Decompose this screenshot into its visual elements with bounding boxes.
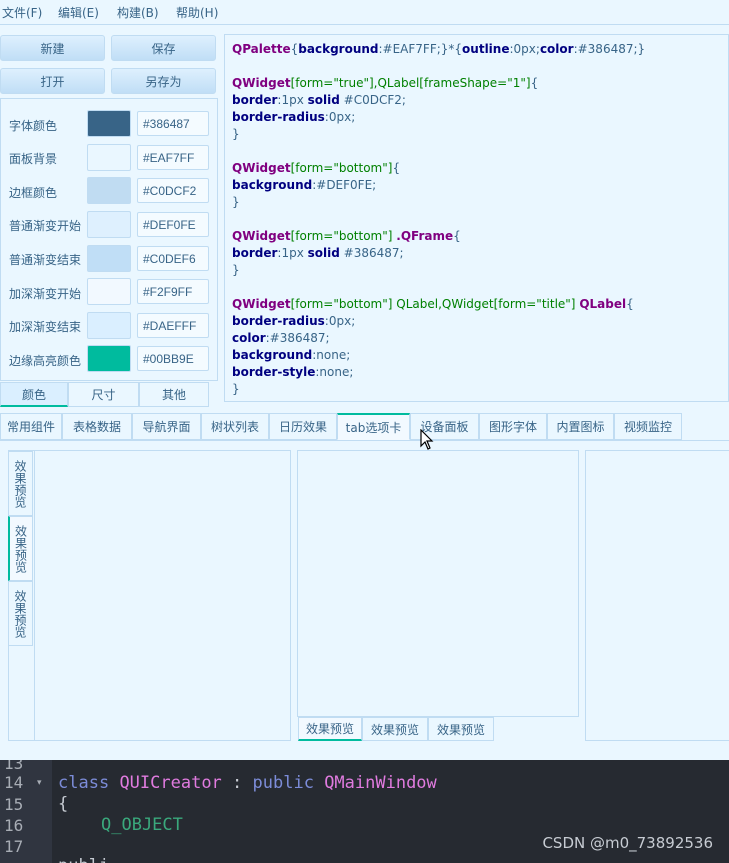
dark-gradient-start-input[interactable]: #F2F9FF (137, 279, 209, 304)
color-label: 普通渐变结束 (9, 253, 82, 267)
preview-content (34, 451, 290, 740)
watermark: CSDN @m0_73892536 (542, 834, 713, 852)
code-line-class-decl: class QUICreator : public QMainWindow (58, 773, 437, 793)
code-line: QWidget[form="bottom"] .QFrame{ (232, 229, 461, 243)
bottom-tab-preview-1[interactable]: 效果预览 (298, 717, 362, 741)
vertical-tab-label: 效果预览 (13, 459, 27, 508)
save-button[interactable]: 保存 (111, 35, 216, 61)
save-as-button[interactable]: 另存为 (111, 68, 216, 94)
tab-video-monitor[interactable]: 视频监控 (614, 413, 682, 440)
code-line: QWidget[form="bottom"]{ (232, 161, 401, 175)
tab-other[interactable]: 其他 (139, 382, 209, 407)
preview-pane-south (297, 450, 579, 717)
code-line: border:1px solid #386487; (232, 246, 404, 260)
tab-common-widgets[interactable]: 常用组件 (0, 413, 62, 440)
menu-edit[interactable]: 编辑(E) (58, 4, 99, 21)
code-line: } (232, 195, 240, 209)
code-line: } (232, 263, 240, 277)
vertical-tab-preview-1[interactable]: 效果预览 (8, 451, 33, 516)
tab-size[interactable]: 尺寸 (68, 382, 139, 407)
menu-help[interactable]: 帮助(H) (176, 4, 218, 21)
color-settings-panel: 字体颜色 #386487 面板背景 #EAF7FF 边框颜色 #C0DCF2 普… (0, 98, 218, 381)
code-line-brace: { (58, 794, 69, 814)
color-label: 面板背景 (9, 152, 58, 166)
font-color-swatch[interactable] (87, 110, 131, 137)
tab-navigation[interactable]: 导航界面 (132, 413, 201, 440)
main-tab-bar: 常用组件 表格数据 导航界面 树状列表 日历效果 tab选项卡 设备面板 图形字… (0, 412, 729, 441)
font-color-input[interactable]: #386487 (137, 111, 209, 136)
line-number: 14 (4, 773, 24, 792)
panel-background-input[interactable]: #EAF7FF (137, 145, 209, 170)
vertical-tab-label: 效果预览 (13, 524, 28, 573)
dark-gradient-start-swatch[interactable] (87, 278, 131, 305)
code-line: color:#386487; (232, 331, 330, 345)
normal-gradient-start-input[interactable]: #DEF0FE (137, 212, 209, 237)
code-line: } (232, 127, 240, 141)
border-color-input[interactable]: #C0DCF2 (137, 178, 209, 203)
vertical-tab-preview-3[interactable]: 效果预览 (8, 581, 33, 646)
edge-highlight-input[interactable]: #00BB9E (137, 346, 209, 371)
code-line: QPalette{background:#EAF7FF;}*{outline:0… (232, 42, 646, 56)
menu-file[interactable]: 文件(F) (2, 4, 42, 21)
fold-arrow-icon[interactable]: ▾ (37, 778, 42, 788)
tab-table-data[interactable]: 表格数据 (62, 413, 132, 440)
dark-gradient-end-swatch[interactable] (87, 312, 131, 339)
bottom-tab-preview-3[interactable]: 效果预览 (428, 717, 494, 741)
tab-color[interactable]: 颜色 (0, 382, 68, 407)
preview-pane-east (585, 450, 729, 741)
tab-builtin-icons[interactable]: 内置图标 (547, 413, 614, 440)
dark-gradient-end-input[interactable]: #DAEFFF (137, 313, 209, 338)
edge-highlight-swatch[interactable] (87, 345, 131, 372)
stylesheet-editor[interactable]: QPalette{background:#EAF7FF;}*{outline:0… (224, 34, 729, 402)
mouse-cursor-icon (420, 429, 434, 450)
border-color-swatch[interactable] (87, 177, 131, 204)
tab-calendar[interactable]: 日历效果 (269, 413, 337, 440)
code-line-macro: Q_OBJECT (101, 815, 183, 835)
line-number: 16 (4, 816, 24, 835)
normal-gradient-start-swatch[interactable] (87, 211, 131, 238)
code-line: border-style:none; (232, 365, 354, 379)
color-label: 边缘高亮颜色 (9, 354, 82, 368)
code-line: border-radius:0px; (232, 110, 356, 124)
code-line-partial: publi (58, 856, 109, 863)
menu-build[interactable]: 构建(B) (117, 4, 159, 21)
preview-pane-west (8, 450, 291, 741)
line-number: 15 (4, 795, 24, 814)
color-label: 字体颜色 (9, 119, 58, 133)
normal-gradient-end-input[interactable]: #C0DEF6 (137, 246, 209, 271)
open-button[interactable]: 打开 (0, 68, 105, 94)
vertical-tab-label: 效果预览 (13, 589, 27, 638)
code-line: QWidget[form="true"],QLabel[frameShape="… (232, 76, 539, 90)
code-line: background:none; (232, 348, 351, 362)
color-label: 加深渐变结束 (9, 320, 82, 334)
tab-graphic-font[interactable]: 图形字体 (479, 413, 547, 440)
panel-background-swatch[interactable] (87, 144, 131, 171)
line-number: 13 (4, 760, 24, 773)
code-line: } (232, 382, 240, 396)
color-label: 普通渐变开始 (9, 219, 82, 233)
code-line: background:#DEF0FE; (232, 178, 377, 192)
tab-tab-widget[interactable]: tab选项卡 (337, 413, 410, 440)
code-line: border:1px solid #C0DCF2; (232, 93, 406, 107)
color-label: 边框颜色 (9, 186, 58, 200)
normal-gradient-end-swatch[interactable] (87, 245, 131, 272)
code-line: QWidget[form="bottom"] QLabel,QWidget[fo… (232, 297, 634, 311)
color-label: 加深渐变开始 (9, 287, 82, 301)
new-button[interactable]: 新建 (0, 35, 105, 61)
line-number: 17 (4, 837, 24, 856)
vertical-tab-preview-2[interactable]: 效果预览 (8, 516, 33, 581)
tab-tree-list[interactable]: 树状列表 (201, 413, 269, 440)
menubar: 文件(F) 编辑(E) 构建(B) 帮助(H) (0, 0, 729, 25)
bottom-tab-preview-2[interactable]: 效果预览 (362, 717, 428, 741)
code-line: border-radius:0px; (232, 314, 356, 328)
